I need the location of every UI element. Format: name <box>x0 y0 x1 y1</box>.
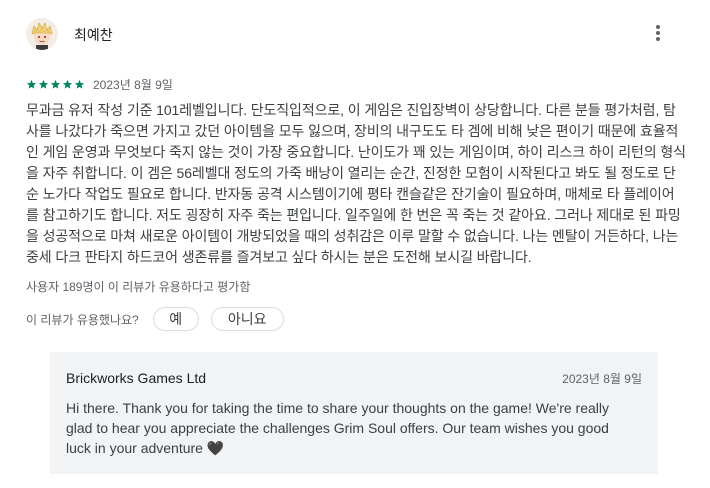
star-icon <box>50 79 61 89</box>
star-icon <box>38 79 49 89</box>
more-vert-icon <box>656 24 660 46</box>
developer-reply: Brickworks Games Ltd 2023년 8월 9일 Hi ther… <box>50 352 658 474</box>
developer-name: Brickworks Games Ltd <box>66 370 207 386</box>
review-card: 최예찬 2023년 8월 9일 무과금 유저 작성 기준 101레벨입니다. 단… <box>0 0 710 488</box>
helpful-yes-button[interactable]: 예 <box>152 307 199 331</box>
star-icon <box>26 79 37 89</box>
star-icon <box>74 79 85 89</box>
review-text: 무과금 유저 작성 기준 101레벨입니다. 단도직입적으로, 이 게임은 진입… <box>26 102 686 265</box>
rating-row: 2023년 8월 9일 <box>26 76 173 92</box>
review-header: 최예찬 <box>26 18 676 52</box>
reviewer-name: 최예찬 <box>74 27 113 43</box>
reply-date: 2023년 8월 9일 <box>562 372 642 386</box>
helpful-row: 이 리뷰가 유용했나요? 예 아니요 <box>26 306 284 332</box>
star-icon <box>62 79 73 89</box>
helpful-question: 이 리뷰가 유용했나요? <box>26 312 139 327</box>
helpful-count: 사용자 189명이 이 리뷰가 유용하다고 평가함 <box>26 280 251 294</box>
review-date: 2023년 8월 9일 <box>93 77 173 92</box>
more-options-button[interactable] <box>642 18 674 52</box>
reply-text: Hi there. Thank you for taking the time … <box>66 400 609 456</box>
helpful-no-button[interactable]: 아니요 <box>210 307 284 331</box>
star-rating <box>26 79 86 90</box>
avatar[interactable] <box>26 18 58 50</box>
